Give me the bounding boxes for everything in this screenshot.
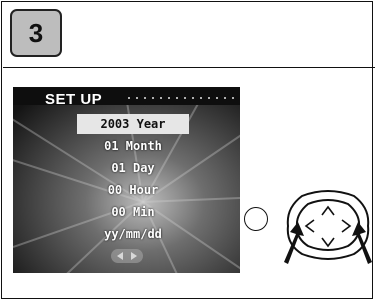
press-arrows (284, 222, 372, 264)
menu-item-month[interactable]: 01 Month (77, 136, 189, 156)
right-arrow-icon (131, 252, 137, 260)
step-number: 3 (28, 17, 44, 48)
divider (3, 67, 375, 68)
nav-indicator (111, 249, 143, 263)
four-way-controller-icon[interactable] (280, 188, 376, 264)
menu-item-hour[interactable]: 00 Hour (77, 180, 189, 200)
menu-item-day[interactable]: 01 Day (77, 158, 189, 178)
circle-button-icon[interactable] (244, 207, 268, 231)
step-badge: 3 (10, 9, 62, 57)
camera-lcd-screen: SET UP 2003 Year 01 Month 01 Day 00 Hour… (13, 87, 240, 273)
setup-title: SET UP (45, 91, 103, 108)
title-dotted-rule (125, 97, 237, 99)
left-arrow-icon (117, 252, 123, 260)
menu-item-min[interactable]: 00 Min (77, 202, 189, 222)
menu-item-date-format[interactable]: yy/mm/dd (77, 224, 189, 244)
menu-item-year[interactable]: 2003 Year (77, 114, 189, 134)
direction-arrows (304, 205, 352, 248)
